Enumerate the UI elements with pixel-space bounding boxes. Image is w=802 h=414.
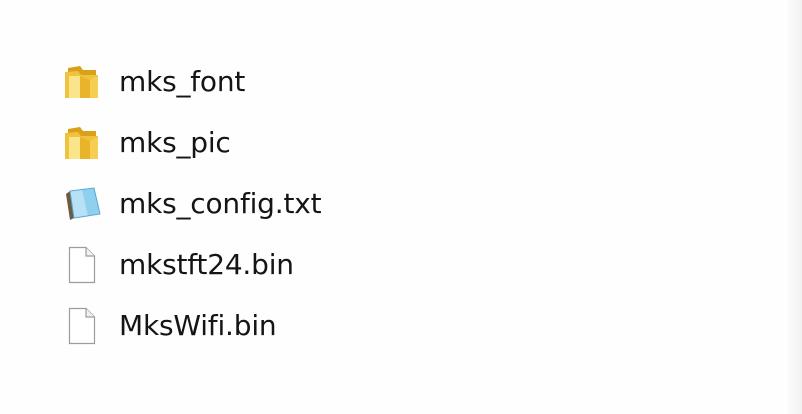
file-name: mkstft24.bin [119, 248, 294, 281]
file-item-mks-pic[interactable]: mks_pic [60, 113, 580, 174]
folder-icon [60, 62, 104, 102]
pane-edge [788, 0, 802, 414]
file-item-mks-font[interactable]: mks_font [60, 52, 580, 113]
file-name: mks_config.txt [119, 187, 322, 220]
file-icon [60, 245, 104, 285]
file-name: MksWifi.bin [119, 309, 277, 342]
file-item-mkswifi[interactable]: MksWifi.bin [60, 296, 580, 357]
file-list-pane: mks_font mks_pic mks_config.txt mkstft24… [0, 0, 802, 414]
file-item-mkstft24[interactable]: mkstft24.bin [60, 235, 580, 296]
file-item-mks-config[interactable]: mks_config.txt [60, 174, 580, 235]
file-list: mks_font mks_pic mks_config.txt mkstft24… [60, 52, 580, 357]
file-name: mks_pic [119, 126, 231, 159]
folder-icon [60, 123, 104, 163]
file-icon [60, 306, 104, 346]
text-file-icon [60, 184, 104, 224]
file-name: mks_font [119, 65, 246, 98]
